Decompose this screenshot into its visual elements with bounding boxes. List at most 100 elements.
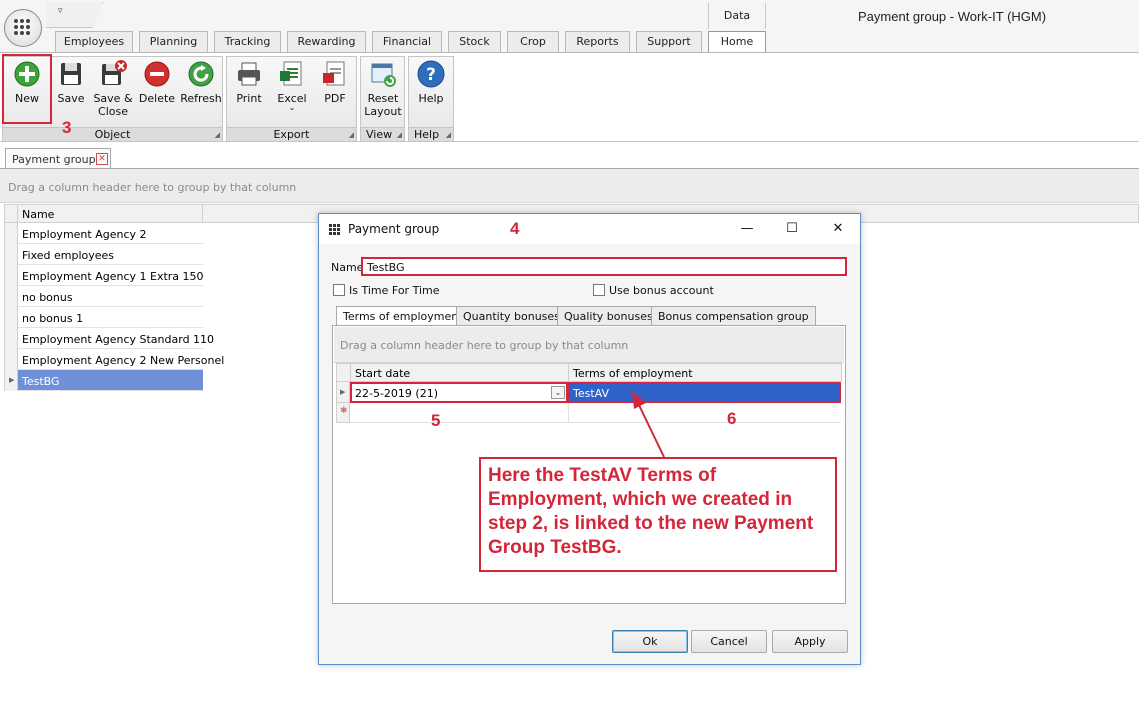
chevron-down-icon: ⌄ bbox=[288, 103, 296, 112]
table-row[interactable]: Fixed employees bbox=[4, 244, 203, 265]
table-row[interactable]: Employment Agency 1 Extra 150 bbox=[4, 265, 204, 286]
tab-employees[interactable]: Employees bbox=[55, 31, 133, 52]
name-field[interactable]: TestBG bbox=[361, 257, 847, 276]
application-window: ▿ Data Payment group - Work-IT (HGM) Emp… bbox=[0, 0, 1139, 707]
start-date-dropdown[interactable]: 22-5-2019 (21) ⌄ bbox=[350, 382, 568, 403]
tab-financial[interactable]: Financial bbox=[372, 31, 442, 52]
cell-name: TestBG bbox=[22, 375, 60, 388]
window-title: Payment group - Work-IT (HGM) bbox=[858, 9, 1047, 24]
annotation-step-3: 3 bbox=[62, 118, 72, 137]
use-bonus-account-checkbox[interactable] bbox=[593, 284, 605, 296]
group-by-panel[interactable]: Drag a column header here to group by th… bbox=[0, 169, 1139, 203]
maximize-icon[interactable]: ☐ bbox=[779, 218, 805, 240]
doc-tab-label: Payment group bbox=[12, 153, 96, 166]
use-bonus-account-label: Use bonus account bbox=[609, 284, 714, 297]
column-header-start-date[interactable]: Start date bbox=[351, 364, 569, 382]
terms-cell[interactable]: TestAV bbox=[568, 382, 841, 403]
cell-name: no bonus bbox=[22, 291, 73, 304]
tab-crop[interactable]: Crop bbox=[507, 31, 559, 52]
close-icon[interactable]: ✕ bbox=[825, 218, 851, 240]
annotation-step-4: 4 bbox=[510, 219, 520, 238]
quick-access-toolbar[interactable] bbox=[46, 2, 104, 28]
ribbon-group-export: Print Excel ⌄ PDF Export ◢ bbox=[226, 56, 357, 142]
is-time-for-time-checkbox[interactable] bbox=[333, 284, 345, 296]
cell-name: Employment Agency 1 Extra 150 bbox=[22, 270, 204, 283]
tab-quality-bonuses[interactable]: Quality bonuses bbox=[557, 306, 660, 326]
tab-planning[interactable]: Planning bbox=[139, 31, 208, 52]
reset-layout-label-2: Layout bbox=[364, 105, 402, 118]
new-row[interactable] bbox=[350, 403, 841, 423]
cell-name: Employment Agency Standard 110 bbox=[22, 333, 215, 346]
pdf-button[interactable]: PDF bbox=[315, 59, 355, 105]
ok-button[interactable]: Ok bbox=[612, 630, 688, 653]
annotation-arrow bbox=[632, 391, 665, 458]
cell-name: Employment Agency 2 New Personel bbox=[22, 354, 225, 367]
delete-button[interactable]: Delete bbox=[137, 59, 177, 105]
refresh-button[interactable]: Refresh bbox=[179, 59, 223, 105]
column-header-terms[interactable]: Terms of employment bbox=[569, 364, 843, 382]
table-row[interactable]: no bonus bbox=[4, 286, 203, 307]
pdf-button-label: PDF bbox=[324, 92, 346, 105]
cell-name: Fixed employees bbox=[22, 249, 115, 262]
help-button[interactable]: ? Help bbox=[411, 59, 451, 105]
dialog-launcher-icon[interactable]: ◢ bbox=[446, 131, 451, 139]
save-button[interactable]: Save bbox=[51, 59, 91, 105]
dialog-titlebar[interactable]: Payment group — ☐ ✕ bbox=[319, 214, 860, 244]
table-row[interactable]: no bonus 1 bbox=[4, 307, 203, 328]
group-by-hint: Drag a column header here to group by th… bbox=[340, 339, 629, 352]
doc-tab-payment-group[interactable]: Payment group ✕ bbox=[5, 148, 111, 168]
dialog-launcher-icon[interactable]: ◢ bbox=[215, 131, 220, 139]
table-row[interactable]: Employment Agency 2 New Personel bbox=[4, 349, 224, 370]
row-selector-header[interactable] bbox=[337, 364, 351, 382]
group-by-panel[interactable]: Drag a column header here to group by th… bbox=[334, 327, 844, 363]
app-grid-icon bbox=[329, 224, 341, 236]
chevron-down-icon[interactable]: ⌄ bbox=[551, 386, 565, 399]
tab-tracking[interactable]: Tracking bbox=[214, 31, 281, 52]
context-tab-data[interactable]: Data bbox=[708, 3, 766, 29]
tab-support[interactable]: Support bbox=[636, 31, 702, 52]
current-row-arrow-icon: ▶ bbox=[336, 382, 350, 403]
excel-button[interactable]: Excel ⌄ bbox=[272, 59, 312, 112]
table-row[interactable]: Employment Agency Standard 110 bbox=[4, 328, 214, 349]
dialog-launcher-icon[interactable]: ◢ bbox=[349, 131, 354, 139]
tab-bonus-compensation-group[interactable]: Bonus compensation group bbox=[651, 306, 816, 326]
table-row-selected[interactable]: ▶ TestBG bbox=[4, 370, 203, 391]
save-close-label-2: Close bbox=[98, 105, 128, 118]
delete-button-label: Delete bbox=[138, 92, 176, 105]
row-selector-header[interactable] bbox=[4, 205, 18, 223]
name-label: Name bbox=[331, 261, 364, 274]
dialog-launcher-icon[interactable]: ◢ bbox=[397, 131, 402, 139]
print-button[interactable]: Print bbox=[229, 59, 269, 105]
annotation-callout: Here the TestAV Terms of Employment, whi… bbox=[479, 457, 837, 572]
tab-quantity-bonuses[interactable]: Quantity bonuses bbox=[456, 306, 567, 326]
dialog-title: Payment group bbox=[348, 222, 440, 236]
tab-rewarding[interactable]: Rewarding bbox=[287, 31, 366, 52]
tab-home[interactable]: Home bbox=[708, 31, 766, 53]
apply-button[interactable]: Apply bbox=[772, 630, 848, 653]
current-row-arrow-icon: ▶ bbox=[4, 370, 18, 391]
grid-header: Start date Terms of employment bbox=[336, 363, 842, 382]
column-header-name[interactable]: Name bbox=[18, 205, 203, 223]
delete-icon bbox=[144, 61, 170, 87]
floppy-disk-icon bbox=[61, 63, 81, 85]
minimize-icon[interactable]: — bbox=[734, 218, 760, 240]
ribbon-tabs: Employees Planning Tracking Rewarding Fi… bbox=[0, 31, 1139, 53]
reset-layout-button[interactable]: Reset Layout bbox=[362, 59, 404, 118]
refresh-icon bbox=[188, 61, 214, 87]
cancel-button[interactable]: Cancel bbox=[691, 630, 767, 653]
help-icon: ? bbox=[417, 60, 445, 88]
start-date-value: 22-5-2019 (21) bbox=[355, 387, 439, 400]
group-label-export: Export bbox=[227, 127, 356, 141]
tab-reports[interactable]: Reports bbox=[565, 31, 630, 52]
print-button-label: Print bbox=[236, 92, 262, 105]
group-label-object: Object bbox=[3, 127, 222, 141]
save-close-button[interactable]: Save & Close bbox=[91, 59, 135, 118]
save-close-label-1: Save & bbox=[93, 92, 133, 105]
tab-terms-of-employment[interactable]: Terms of employment bbox=[336, 306, 470, 327]
table-row[interactable]: Employment Agency 2 bbox=[4, 223, 203, 244]
close-icon[interactable]: ✕ bbox=[96, 153, 108, 165]
save-button-label: Save bbox=[57, 92, 85, 105]
chevron-down-icon[interactable]: ▿ bbox=[58, 6, 63, 16]
tab-stock[interactable]: Stock bbox=[448, 31, 501, 52]
cell-name: Employment Agency 2 bbox=[22, 228, 147, 241]
